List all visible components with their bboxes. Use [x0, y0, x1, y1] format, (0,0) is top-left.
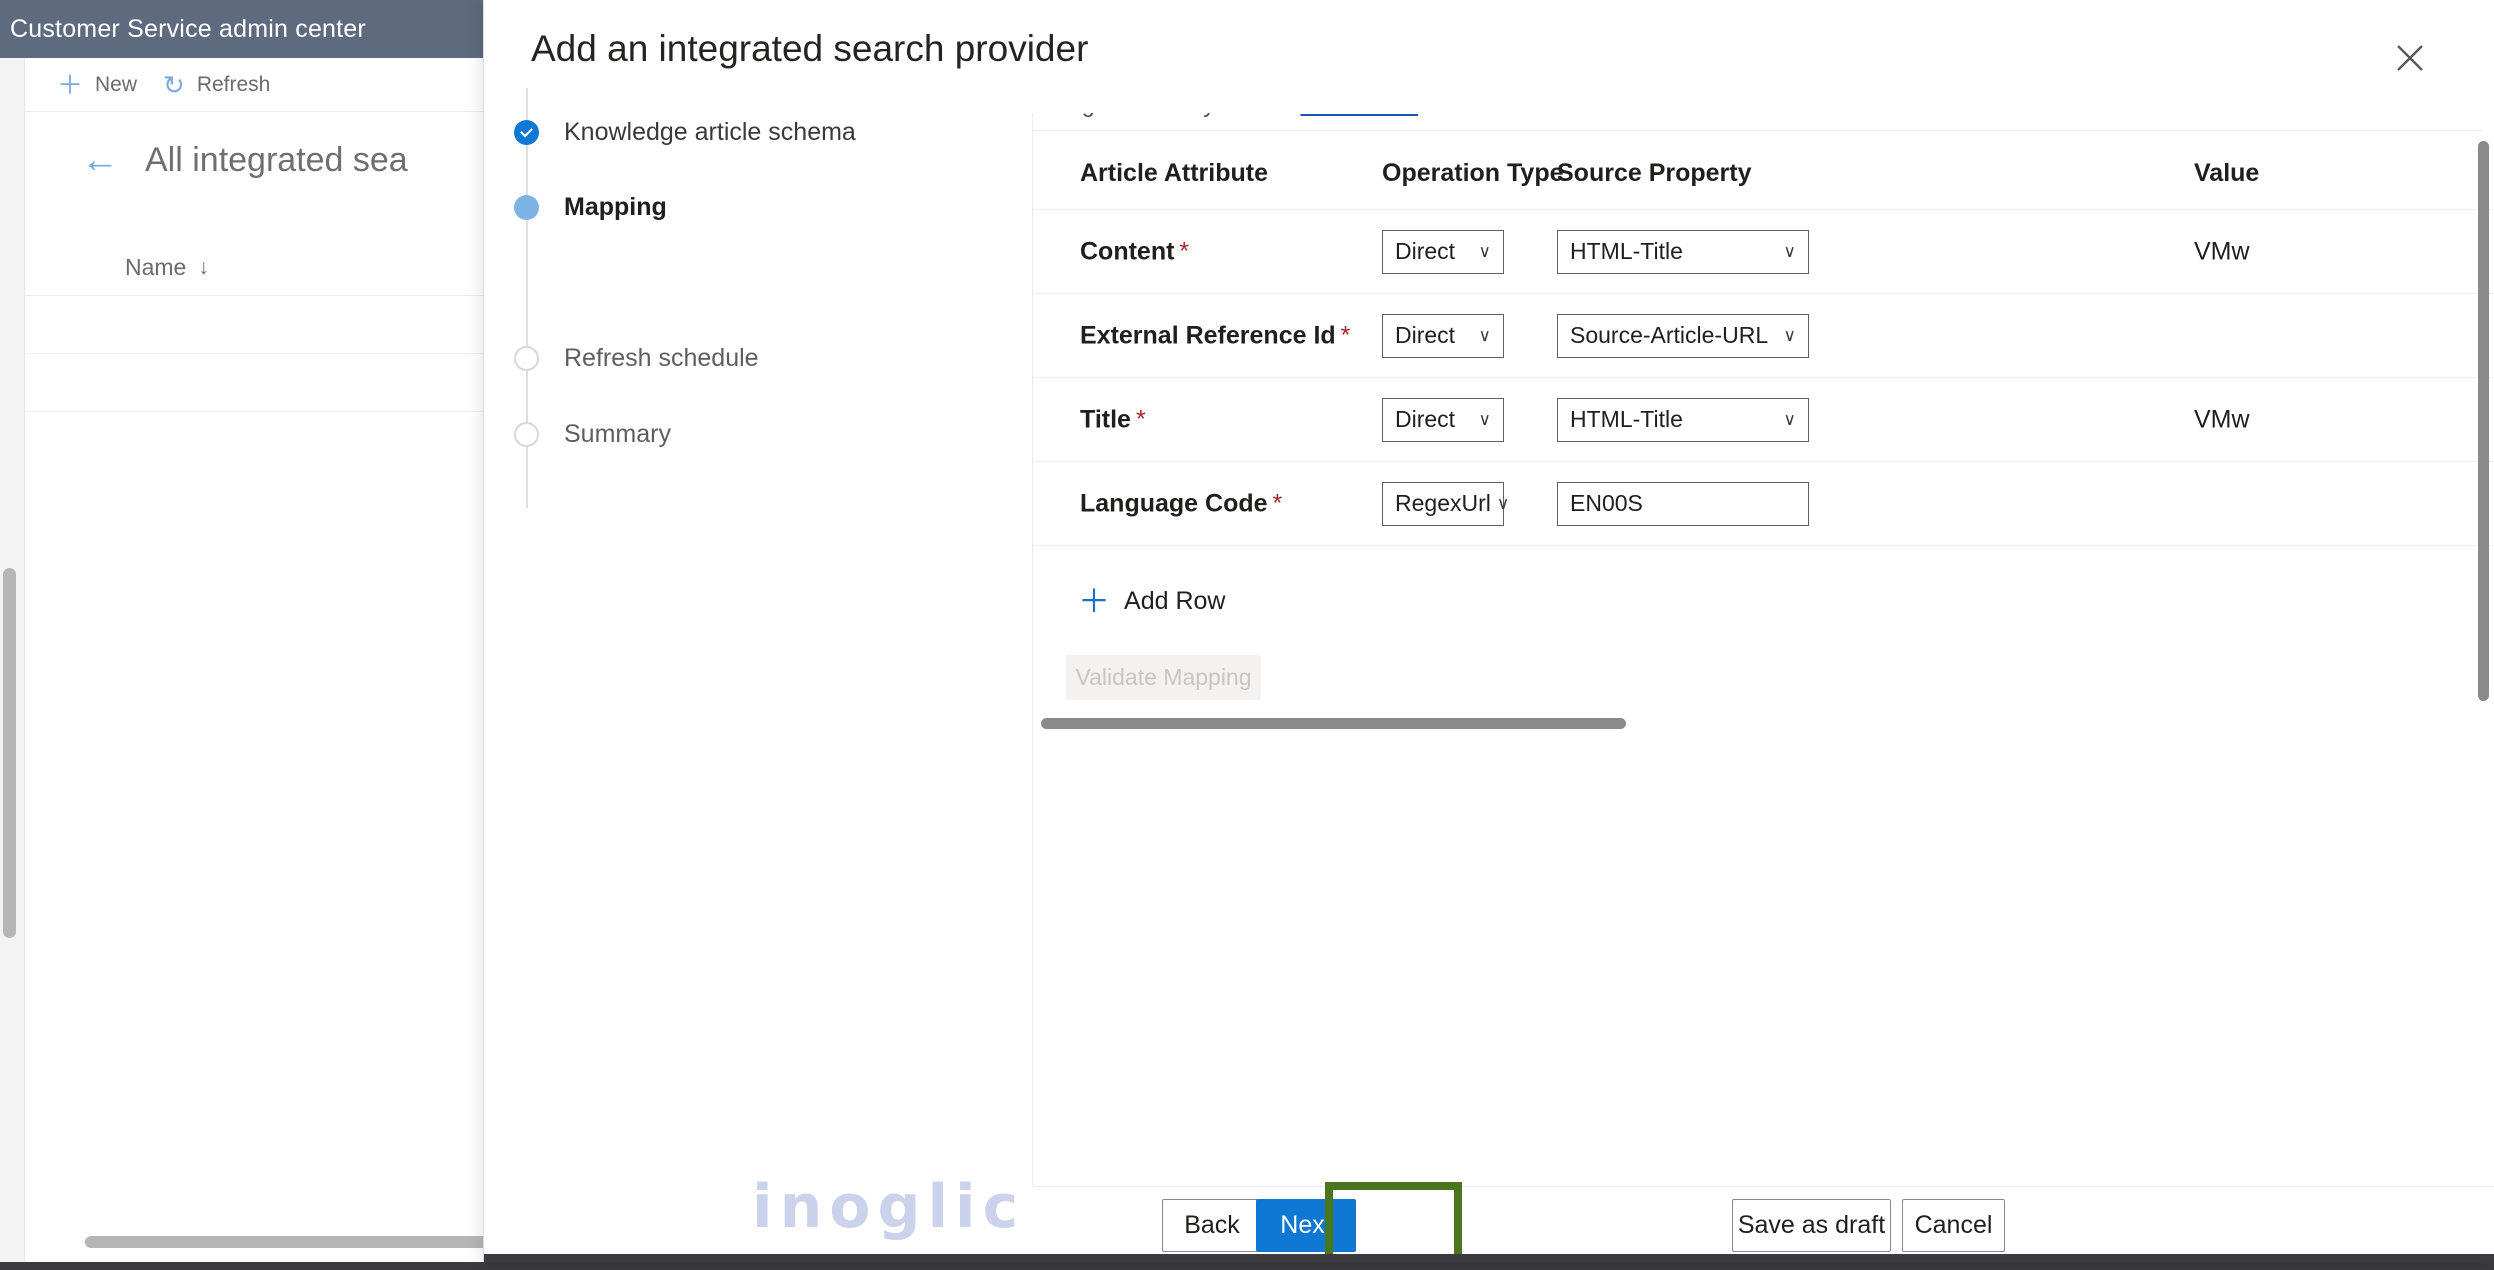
chevron-down-icon: ∨ [1784, 327, 1796, 344]
required-indicator: * [1341, 321, 1351, 349]
required-indicator: * [1179, 237, 1189, 265]
column-header-value: Value [2194, 159, 2259, 188]
chevron-down-icon: ∨ [1497, 495, 1509, 512]
wizard-step-label: Summary [564, 420, 671, 449]
table-row: Title* Direct ∨ HTML-Title ∨ VMw [1034, 377, 2494, 461]
intro-divider [1034, 130, 2482, 131]
page-title: All integrated sea [145, 141, 408, 180]
wizard-step-refresh-schedule[interactable]: Refresh schedule [484, 334, 759, 382]
required-indicator: * [1273, 489, 1283, 517]
step-pending-dot-icon [514, 422, 539, 447]
step-pending-dot-icon [514, 346, 539, 371]
bottom-strip [0, 1262, 2494, 1270]
validate-mapping-button[interactable]: Validate Mapping [1066, 655, 1261, 700]
app-title: Customer Service admin center [0, 15, 366, 44]
row-label-title: Title* [1080, 405, 1146, 434]
next-button[interactable]: Next [1256, 1199, 1356, 1252]
operation-type-value: Direct [1395, 406, 1455, 433]
source-property-value: EN00S [1570, 490, 1643, 517]
source-property-value: HTML-Title [1570, 238, 1683, 265]
dialog-header: Add an integrated search provider [484, 0, 2494, 113]
plus-icon: ＋ [57, 72, 83, 98]
operation-type-dropdown-content[interactable]: Direct ∨ [1382, 230, 1504, 274]
table-row: Content* Direct ∨ HTML-Title ∨ VMw [1034, 209, 2494, 293]
new-button-label: New [95, 73, 137, 97]
table-row: External Reference Id* Direct ∨ Source-A… [1034, 293, 2494, 377]
intro-text-body: ingestion in Dynamics. [1064, 113, 1301, 117]
dialog-title: Add an integrated search provider [531, 28, 1088, 70]
row-value-content: VMw [2194, 237, 2250, 266]
chevron-down-icon: ∨ [1784, 411, 1796, 428]
row-attribute-text: External Reference Id [1080, 321, 1336, 349]
wizard-step-mapping[interactable]: Mapping [484, 183, 667, 231]
wizard-step-label: Knowledge article schema [564, 118, 856, 147]
row-label-language-code: Language Code* [1080, 489, 1282, 518]
refresh-icon: ↻ [163, 72, 185, 98]
row-label-content: Content* [1080, 237, 1189, 266]
row-attribute-text: Content [1080, 237, 1174, 265]
background-vertical-scroll-thumb[interactable] [3, 568, 16, 938]
row-value-title: VMw [2194, 405, 2250, 434]
chevron-down-icon: ∨ [1479, 327, 1491, 344]
source-property-value: Source-Article-URL [1570, 322, 1768, 349]
background-vertical-scrollbar[interactable] [0, 58, 24, 1262]
operation-type-value: RegexUrl [1395, 490, 1491, 517]
column-header-name: Name [125, 254, 186, 281]
add-search-provider-dialog: Add an integrated search provider Knowle… [483, 0, 2494, 1262]
column-header-article-attribute: Article Attribute [1080, 159, 1268, 188]
wizard-step-summary[interactable]: Summary [484, 410, 671, 458]
chevron-down-icon: ∨ [1784, 243, 1796, 260]
dialog-footer: Back Next Save as draft Cancel [1034, 1186, 2494, 1262]
step-current-dot-icon [514, 195, 539, 220]
source-property-dropdown-external-reference-id[interactable]: Source-Article-URL ∨ [1557, 314, 1809, 358]
row-attribute-text: Title [1080, 405, 1131, 433]
chevron-down-icon: ∨ [1479, 411, 1491, 428]
cancel-button[interactable]: Cancel [1902, 1199, 2005, 1252]
mapping-table-header: Article Attribute Operation Type Source … [1034, 137, 2494, 209]
add-row-button[interactable]: ＋ Add Row [1078, 585, 1225, 617]
refresh-button[interactable]: ↻ Refresh [163, 72, 270, 98]
operation-type-dropdown-title[interactable]: Direct ∨ [1382, 398, 1504, 442]
source-property-dropdown-title[interactable]: HTML-Title ∨ [1557, 398, 1809, 442]
wizard-step-label: Refresh schedule [564, 344, 759, 373]
learn-more-link[interactable]: Learn more [1301, 113, 1419, 117]
plus-icon: ＋ [1078, 585, 1110, 617]
source-property-value: HTML-Title [1570, 406, 1683, 433]
operation-type-dropdown-external-reference-id[interactable]: Direct ∨ [1382, 314, 1504, 358]
operation-type-dropdown-language-code[interactable]: RegexUrl ∨ [1382, 482, 1504, 526]
mapping-content-pane: ingestion in Dynamics. Learn more Articl… [1034, 113, 2494, 1186]
close-icon[interactable] [2386, 34, 2434, 82]
table-row: Language Code* RegexUrl ∨ EN00S [1034, 461, 2494, 545]
dialog-bottom-strip [484, 1254, 2494, 1262]
mapping-horizontal-scrollbar[interactable] [1041, 718, 1626, 729]
operation-type-value: Direct [1395, 238, 1455, 265]
operation-type-value: Direct [1395, 322, 1455, 349]
add-row-label: Add Row [1124, 587, 1225, 616]
wizard-step-label: Mapping [564, 193, 667, 222]
column-header-source-property: Source Property [1557, 159, 1752, 188]
back-arrow-icon[interactable]: ← [81, 141, 119, 179]
back-button[interactable]: Back [1162, 1199, 1262, 1252]
sort-descending-icon: ↓ [198, 256, 209, 280]
wizard-navigation: Knowledge article schema Mapping Refresh… [484, 113, 1033, 1186]
step-complete-check-icon [514, 120, 539, 145]
column-header-operation-type: Operation Type [1382, 159, 1564, 188]
chevron-down-icon: ∨ [1479, 243, 1491, 260]
save-as-draft-button[interactable]: Save as draft [1732, 1199, 1891, 1252]
table-row-spacer [1034, 545, 2494, 609]
new-button[interactable]: ＋ New [57, 72, 137, 98]
refresh-button-label: Refresh [197, 73, 271, 97]
intro-text: ingestion in Dynamics. Learn more [1064, 113, 1418, 118]
source-property-input-language-code[interactable]: EN00S [1557, 482, 1809, 526]
wizard-step-knowledge-article-schema[interactable]: Knowledge article schema [484, 108, 856, 156]
source-property-dropdown-content[interactable]: HTML-Title ∨ [1557, 230, 1809, 274]
mapping-vertical-scrollbar[interactable] [2478, 141, 2489, 701]
required-indicator: * [1136, 405, 1146, 433]
row-label-external-reference-id: External Reference Id* [1080, 321, 1350, 350]
row-attribute-text: Language Code [1080, 489, 1268, 517]
